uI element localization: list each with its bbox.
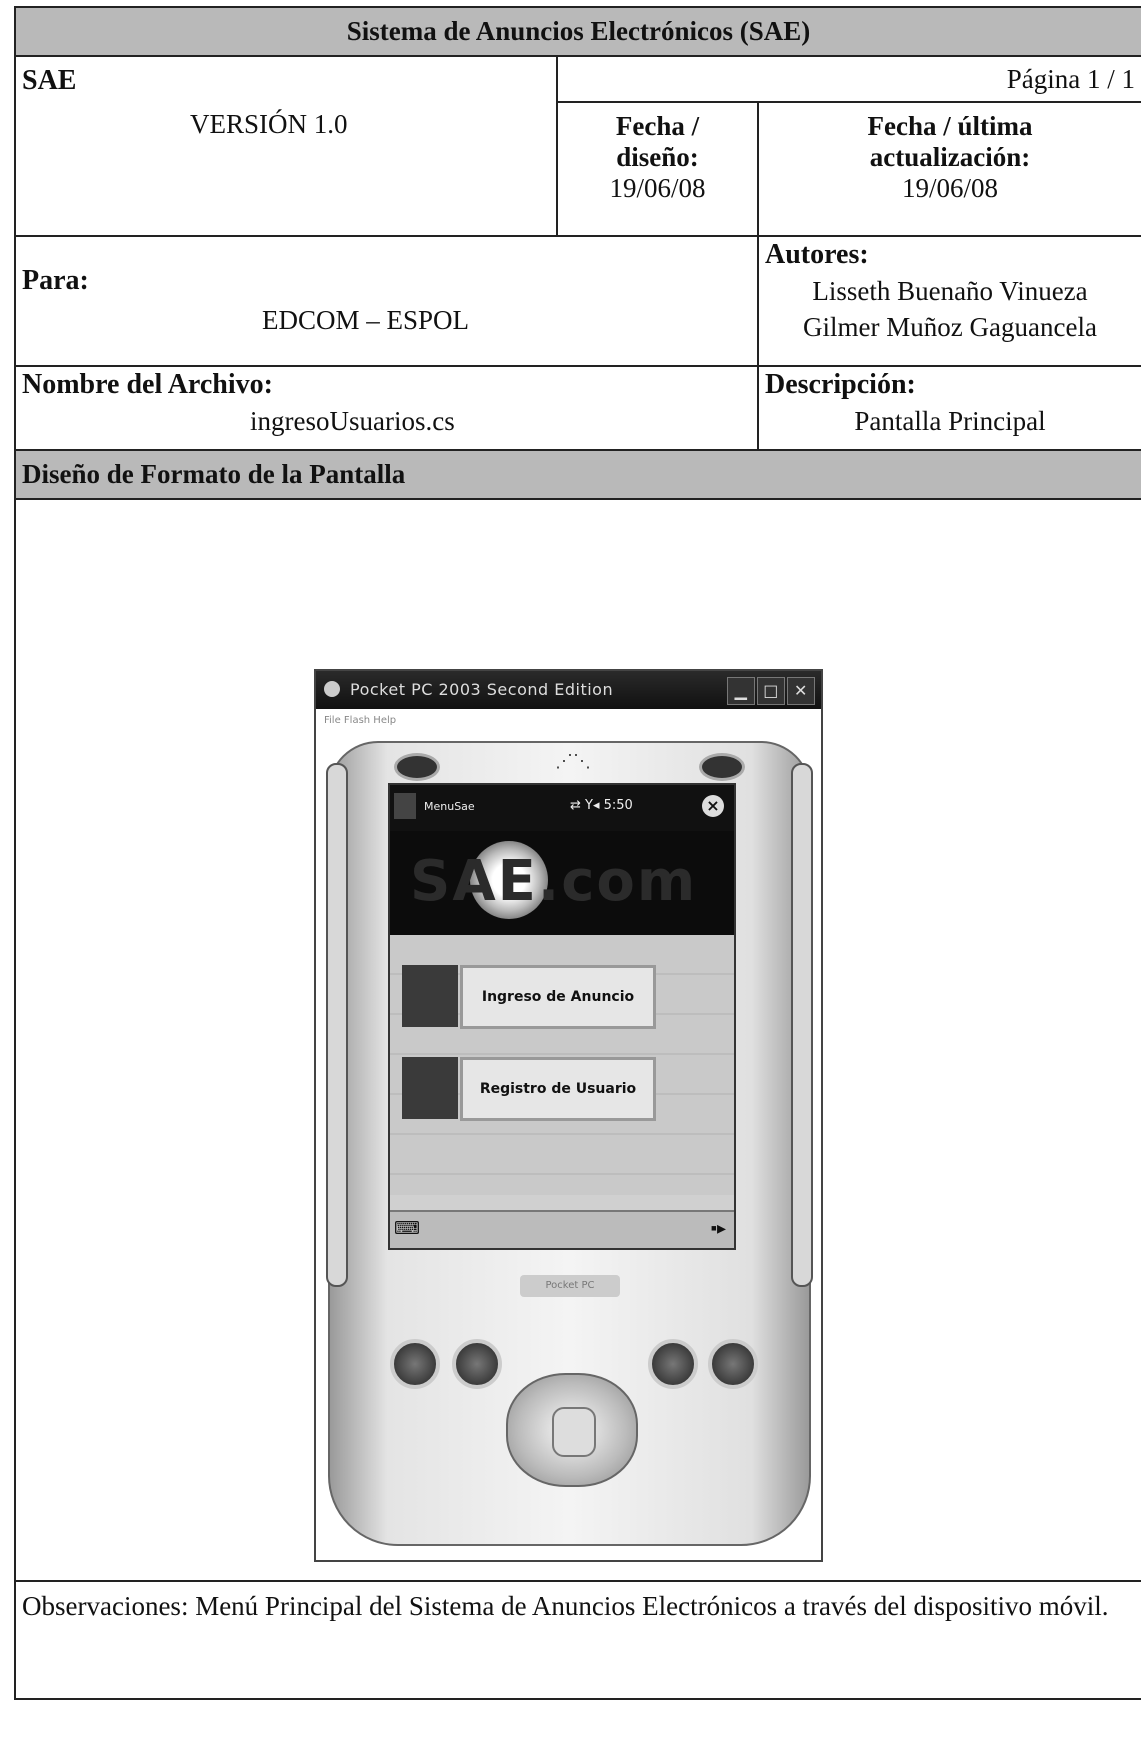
screen-design-area: Pocket PC 2003 Second Edition ▁ □ ✕ File… [14,498,1141,1582]
ingreso-anuncio-button[interactable]: Ingreso de Anuncio [402,965,656,1029]
emulator-menubar[interactable]: File Flash Help [316,709,821,733]
observations: Observaciones: Menú Principal del Sistem… [14,1580,1141,1700]
hardware-keys [390,1333,758,1503]
device-left-led [394,753,440,781]
para-label: Para: [22,265,89,296]
banner-logo-text: SAE.com [410,849,698,914]
hw-key-4[interactable] [708,1339,758,1389]
system-cell: SAE VERSIÓN 1.0 [14,55,558,237]
pocket-pc-device: ⋰⋱ MenuSae ⇄ Y◂ 5:50 × SAE.com Ingreso d… [326,741,813,1546]
document-sheet: Sistema de Anuncios Electrónicos (SAE) S… [14,6,1141,1750]
update-date-label: Fecha / última actualización: [867,111,1033,172]
menu-content: Ingreso de Anuncio Registro de Usuario [390,935,734,1195]
speaker-icon: ⋰⋱ [555,751,591,771]
emulator-titlebar: Pocket PC 2003 Second Edition ▁ □ ✕ [316,671,821,709]
minimize-icon[interactable]: ▁ [727,677,755,705]
hw-key-2[interactable] [452,1339,502,1389]
page-number: Página 1 / 1 [556,55,1141,103]
spec-form: Sistema de Anuncios Electrónicos (SAE) S… [14,6,1141,1700]
description-cell: Descripción: Pantalla Principal [757,365,1141,451]
authors-cell: Autores: Lisseth Buenaño Vinueza Gilmer … [757,235,1141,367]
hw-key-3[interactable] [648,1339,698,1389]
start-icon[interactable] [394,793,416,819]
ingreso-anuncio-label[interactable]: Ingreso de Anuncio [460,965,656,1029]
author-1: Lisseth Buenaño Vinueza [812,276,1088,306]
app-close-icon[interactable]: × [702,795,724,817]
maximize-icon[interactable]: □ [757,677,785,705]
user-photo-icon [402,1057,458,1119]
command-bar: ⌨ ▪▸ [390,1210,734,1248]
para-value: EDCOM – ESPOL [262,305,470,335]
people-icon [402,965,458,1027]
device-right-grip [791,763,813,1287]
document-title: Sistema de Anuncios Electrónicos (SAE) [14,6,1141,57]
app-name: MenuSae [424,800,475,813]
update-date: 19/06/08 [901,173,998,203]
device-screen: MenuSae ⇄ Y◂ 5:50 × SAE.com Ingreso de A… [388,783,736,1250]
file-name: ingresoUsuarios.cs [250,406,455,436]
device-left-grip [326,763,348,1287]
file-label: Nombre del Archivo: [22,369,273,400]
para-cell: Para: EDCOM – ESPOL [14,235,759,367]
status-icons: ⇄ Y◂ 5:50 [570,798,633,813]
hw-key-1[interactable] [390,1339,440,1389]
dpad-center-button[interactable] [552,1407,596,1457]
app-banner: SAE.com [390,831,734,935]
input-selector-icon[interactable]: ▪▸ [711,1218,726,1239]
status-bar: MenuSae ⇄ Y◂ 5:50 × [390,785,734,831]
section-title: Diseño de Formato de la Pantalla [14,449,1141,500]
emulator-title: Pocket PC 2003 Second Edition [350,680,614,699]
version-label: VERSIÓN 1.0 [190,109,348,139]
update-date-cell: Fecha / última actualización: 19/06/08 [757,101,1141,237]
design-date-cell: Fecha / diseño: 19/06/08 [556,101,759,237]
description-value: Pantalla Principal [854,406,1046,436]
author-2: Gilmer Muñoz Gaguancela [803,312,1097,342]
system-code: SAE [22,65,77,96]
file-cell: Nombre del Archivo: ingresoUsuarios.cs [14,365,759,451]
registro-usuario-label[interactable]: Registro de Usuario [460,1057,656,1121]
keyboard-icon[interactable]: ⌨ [394,1218,420,1239]
design-date: 19/06/08 [609,173,706,203]
authors-label: Autores: [765,239,869,270]
registro-usuario-button[interactable]: Registro de Usuario [402,1057,656,1121]
dpad-control[interactable] [506,1373,638,1487]
design-date-label: Fecha / diseño: [615,111,700,172]
emulator-window: Pocket PC 2003 Second Edition ▁ □ ✕ File… [314,669,823,1562]
description-label: Descripción: [765,369,916,400]
device-right-led [699,753,745,781]
close-icon[interactable]: ✕ [787,677,815,705]
emulator-logo-icon [324,681,340,697]
device-brand-logo: Pocket PC [520,1275,620,1297]
